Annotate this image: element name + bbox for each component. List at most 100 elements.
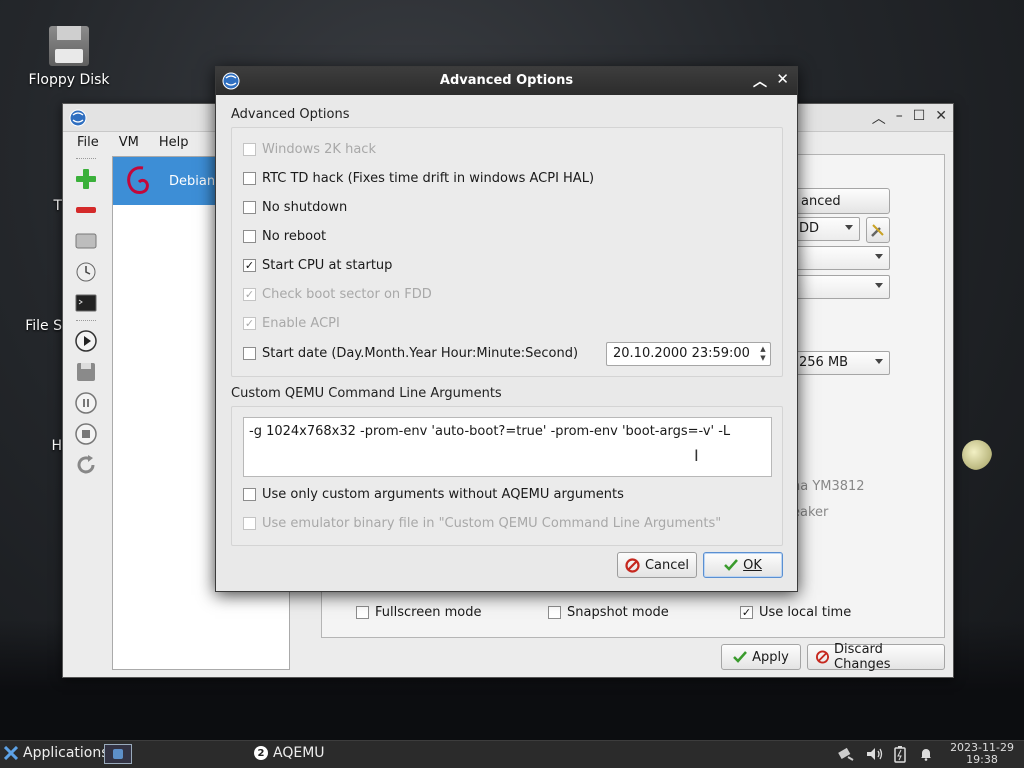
enable-acpi-checkbox[interactable]: ✓ Enable ACPI <box>243 316 340 331</box>
reset-vm-button[interactable] <box>72 451 100 479</box>
checkbox-box[interactable]: ✓ <box>740 606 753 619</box>
checkbox-box[interactable] <box>243 172 256 185</box>
advanced-options-button-label: anced <box>801 193 841 209</box>
memory-select[interactable]: 256 MB <box>792 351 890 375</box>
vm-toolbar <box>69 156 103 482</box>
apply-button[interactable]: Apply <box>721 644 801 670</box>
checkbox-box[interactable] <box>243 517 256 530</box>
boot-device-select[interactable]: DD <box>792 217 860 241</box>
dialog-title: Advanced Options <box>439 73 574 88</box>
plus-icon <box>76 169 96 189</box>
menu-help[interactable]: Help <box>149 132 199 156</box>
configure-button[interactable] <box>866 217 890 243</box>
desktop-icon-trash[interactable]: T <box>2 148 62 214</box>
collapse-icon[interactable]: ︿ <box>872 108 886 128</box>
vm-name: Debian <box>169 173 216 189</box>
menu-vm[interactable]: VM <box>109 132 149 156</box>
option-select-2[interactable] <box>792 275 890 299</box>
clock[interactable]: 2023-11-29 19:38 <box>950 742 1014 766</box>
console-button[interactable] <box>72 289 100 317</box>
battery-icon[interactable] <box>894 746 906 763</box>
cancel-button[interactable]: Cancel <box>617 552 697 578</box>
discard-changes-label: Discard Changes <box>834 642 891 672</box>
no-shutdown-checkbox[interactable]: No shutdown <box>243 200 347 215</box>
discard-changes-button[interactable]: Discard Changes <box>807 642 945 672</box>
spin-buttons[interactable]: ▲ ▼ <box>758 345 768 363</box>
custom-args-input[interactable]: -g 1024x768x32 -prom-env 'auto-boot?=tru… <box>243 417 772 477</box>
checkbox-box[interactable] <box>243 201 256 214</box>
spin-down-icon[interactable]: ▼ <box>758 354 768 363</box>
ok-button[interactable]: OK <box>703 552 783 578</box>
start-cpu-checkbox[interactable]: ✓ Start CPU at startup <box>243 258 392 273</box>
checkbox-box[interactable] <box>243 143 256 156</box>
xfce-menu-icon <box>4 746 18 760</box>
chevron-up-icon[interactable]: ︿ <box>753 71 767 91</box>
start-date-checkbox[interactable]: Start date (Day.Month.Year Hour:Minute:S… <box>243 346 578 361</box>
checkbox-box[interactable] <box>243 488 256 501</box>
option-select-1[interactable] <box>792 246 890 270</box>
terminal-icon <box>75 294 97 312</box>
checkbox-box[interactable] <box>548 606 561 619</box>
start-vm-button[interactable] <box>72 327 100 355</box>
task-aqemu[interactable]: 2 AQEMU <box>254 745 325 761</box>
local-time-checkbox[interactable]: ✓ Use local time <box>740 605 851 620</box>
use-emulator-binary-checkbox[interactable]: Use emulator binary file in "Custom QEMU… <box>243 516 721 531</box>
minimize-icon[interactable]: – <box>896 108 903 128</box>
checkbox-box[interactable]: ✓ <box>243 317 256 330</box>
windows-2k-hack-checkbox[interactable]: Windows 2K hack <box>243 142 376 157</box>
save-icon <box>77 363 95 381</box>
checkbox-box[interactable] <box>356 606 369 619</box>
start-date-spinbox[interactable]: 20.10.2000 23:59:00 ▲ ▼ <box>606 342 771 366</box>
advanced-options-group-title: Advanced Options <box>231 107 350 122</box>
spin-up-icon[interactable]: ▲ <box>758 345 768 354</box>
cancel-icon <box>816 650 830 664</box>
window-count-badge: 2 <box>254 746 268 760</box>
option-label: RTC TD hack (Fixes time drift in windows… <box>262 171 595 186</box>
volume-icon[interactable] <box>866 747 884 761</box>
notification-bell-icon[interactable] <box>919 747 933 761</box>
desktop-icon-home[interactable]: H <box>2 390 62 454</box>
advanced-options-button[interactable]: anced <box>792 188 890 214</box>
chevron-down-icon <box>875 283 883 288</box>
ok-label: OK <box>743 557 762 573</box>
maximize-icon[interactable]: ☐ <box>913 108 926 128</box>
option-label: Use only custom arguments without AQEMU … <box>262 487 624 502</box>
desktop-icon-file-system[interactable]: File S <box>2 270 62 334</box>
task-label: AQEMU <box>273 745 325 761</box>
tools-icon <box>871 224 884 237</box>
checkbox-box[interactable] <box>243 230 256 243</box>
only-custom-args-checkbox[interactable]: Use only custom arguments without AQEMU … <box>243 487 624 502</box>
desktop-icon-label: Floppy Disk <box>28 72 110 88</box>
checkbox-box[interactable] <box>243 347 256 360</box>
pause-vm-button[interactable] <box>72 389 100 417</box>
check-boot-sector-checkbox[interactable]: ✓ Check boot sector on FDD <box>243 287 432 302</box>
desktop-icon-label: H <box>51 438 62 454</box>
close-icon[interactable]: ✕ <box>935 108 947 128</box>
stop-vm-button[interactable] <box>72 420 100 448</box>
vm-settings-button[interactable] <box>72 227 100 255</box>
checkbox-box[interactable]: ✓ <box>243 259 256 272</box>
memory-value: 256 MB <box>799 355 849 370</box>
checkbox-box[interactable]: ✓ <box>243 288 256 301</box>
close-icon[interactable]: ✕ <box>776 70 789 88</box>
option-label: Enable ACPI <box>262 316 340 331</box>
snapshots-button[interactable] <box>72 258 100 286</box>
network-icon[interactable] <box>838 747 854 761</box>
no-reboot-checkbox[interactable]: No reboot <box>243 229 326 244</box>
stop-icon <box>75 423 97 445</box>
applications-label: Applications <box>23 745 109 761</box>
delete-vm-button[interactable] <box>72 196 100 224</box>
fullscreen-checkbox[interactable]: Fullscreen mode <box>356 605 481 620</box>
rtc-td-hack-checkbox[interactable]: RTC TD hack (Fixes time drift in windows… <box>243 171 594 186</box>
menu-file[interactable]: File <box>67 132 109 156</box>
add-vm-button[interactable] <box>72 165 100 193</box>
workspace-thumbnail[interactable] <box>104 744 132 764</box>
applications-menu-button[interactable]: Applications <box>4 745 109 761</box>
desktop-icon-floppy-disk[interactable]: Floppy Disk <box>14 26 124 88</box>
snapshot-checkbox[interactable]: Snapshot mode <box>548 605 669 620</box>
text-cursor-icon: I <box>694 446 699 465</box>
toolbar-grip <box>76 320 96 324</box>
save-state-button[interactable] <box>72 358 100 386</box>
workspace-switcher[interactable] <box>104 744 132 764</box>
chevron-down-icon <box>875 254 883 259</box>
